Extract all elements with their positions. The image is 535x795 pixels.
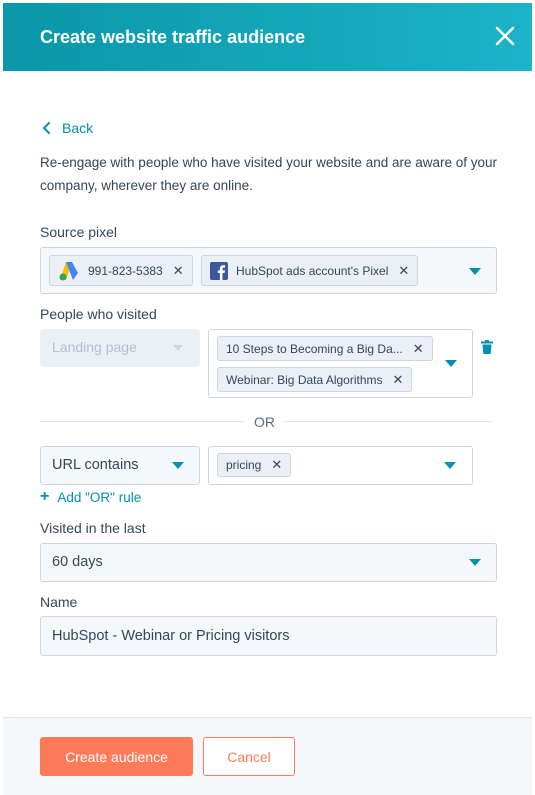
chevron-down-icon[interactable] — [172, 462, 184, 469]
page-tag: 10 Steps to Becoming a Big Da... ✕ — [217, 336, 433, 361]
trash-icon[interactable] — [481, 340, 493, 354]
or-label: OR — [254, 414, 275, 430]
select-value: URL contains — [52, 457, 139, 473]
tag-label: Webinar: Big Data Algorithms — [226, 372, 383, 387]
tag-label: 10 Steps to Becoming a Big Da... — [226, 341, 403, 356]
visited-last-select[interactable]: 60 days — [40, 543, 497, 582]
back-link[interactable]: Back — [42, 120, 93, 136]
remove-tag-icon[interactable]: ✕ — [173, 263, 184, 279]
facebook-icon — [210, 261, 228, 280]
source-pixel-tag: 991-823-5383 ✕ — [49, 255, 193, 286]
divider — [284, 421, 492, 422]
chevron-left-icon — [42, 122, 50, 134]
chevron-down-icon — [173, 345, 183, 351]
remove-tag-icon[interactable]: ✕ — [398, 263, 409, 279]
remove-tag-icon[interactable]: ✕ — [271, 457, 282, 473]
add-or-rule-button[interactable]: + Add "OR" rule — [40, 488, 141, 506]
source-pixel-label: Source pixel — [40, 224, 118, 240]
back-label: Back — [62, 120, 94, 136]
cancel-button[interactable]: Cancel — [203, 737, 295, 776]
description: Re-engage with people who have visited y… — [40, 155, 498, 193]
chevron-down-icon[interactable] — [445, 360, 457, 367]
select-value: 60 days — [52, 554, 103, 570]
plus-icon: + — [40, 488, 50, 505]
tag-label: 991-823-5383 — [88, 263, 163, 278]
source-pixel-tag: HubSpot ads account's Pixel ✕ — [201, 255, 419, 286]
tag-label: pricing — [226, 458, 262, 472]
create-audience-button[interactable]: Create audience — [40, 737, 193, 776]
chevron-down-icon[interactable] — [469, 268, 481, 275]
remove-tag-icon[interactable]: ✕ — [393, 372, 404, 388]
name-input[interactable] — [40, 616, 497, 656]
remove-tag-icon[interactable]: ✕ — [413, 341, 424, 357]
url-tag: pricing ✕ — [217, 453, 292, 477]
chevron-down-icon[interactable] — [444, 462, 456, 469]
modal-title: Create website traffic audience — [40, 27, 306, 47]
people-visited-label: People who visited — [40, 306, 157, 322]
tag-label: HubSpot ads account's Pixel — [236, 263, 389, 278]
page-tag: Webinar: Big Data Algorithms ✕ — [217, 367, 413, 392]
add-or-rule-label: Add "OR" rule — [57, 489, 142, 505]
visited-last-label: Visited in the last — [40, 520, 146, 536]
chevron-down-icon[interactable] — [469, 559, 481, 566]
close-icon[interactable] — [494, 25, 516, 47]
name-label: Name — [40, 594, 78, 610]
modal-header: Create website traffic audience — [3, 3, 532, 71]
divider — [40, 421, 244, 422]
google-ads-icon — [59, 261, 78, 280]
